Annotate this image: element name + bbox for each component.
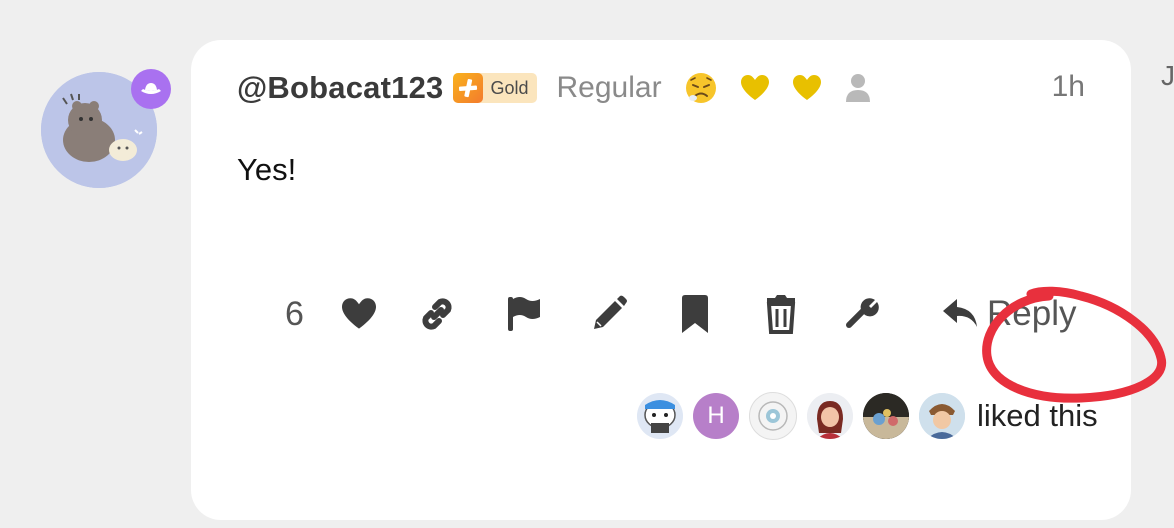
like-count[interactable]: 6 <box>285 290 304 338</box>
trash-icon <box>766 295 796 334</box>
delete-button[interactable] <box>763 290 799 338</box>
post-time[interactable]: 1h <box>1052 70 1085 104</box>
partial-edge-text: J <box>1161 60 1174 91</box>
reply-button[interactable]: Reply <box>941 290 1076 338</box>
link-icon <box>422 298 452 330</box>
likers-list: H liked this <box>637 392 1098 440</box>
bookmark-button[interactable] <box>677 290 713 338</box>
gold-badge-label: Gold <box>490 77 529 98</box>
reply-arrow-icon <box>943 299 977 327</box>
liked-this-label: liked this <box>977 398 1098 433</box>
like-count-label: 6 <box>285 294 304 333</box>
liker-avatar[interactable] <box>863 393 909 439</box>
bookmark-icon <box>682 295 708 333</box>
reply-label: Reply <box>987 294 1077 333</box>
liker-avatar[interactable] <box>637 393 683 439</box>
flag-button[interactable] <box>502 290 544 338</box>
wrench-icon <box>846 298 879 328</box>
admin-wrench-button[interactable] <box>843 290 883 338</box>
topic-page: J @Bobacat123 Gold Regular 1h Yes! 6 Rep… <box>0 0 1174 528</box>
plus-icon <box>453 73 484 103</box>
edit-pencil-icon <box>594 295 627 329</box>
username-link[interactable]: @Bobacat123 <box>237 70 443 106</box>
flag-icon <box>508 297 540 331</box>
post-header: @Bobacat123 Gold Regular <box>237 68 872 108</box>
gold-badge[interactable]: Gold <box>453 73 537 103</box>
gold-heart-icon[interactable] <box>792 74 822 102</box>
post-card: @Bobacat123 Gold Regular 1h Yes! 6 Reply… <box>191 40 1167 520</box>
user-title: Regular <box>556 71 662 104</box>
liker-avatar[interactable] <box>749 392 797 440</box>
edit-button[interactable] <box>588 290 630 338</box>
gold-heart-icon[interactable] <box>740 74 770 102</box>
user-silhouette-icon[interactable] <box>844 73 872 103</box>
like-button[interactable] <box>338 290 380 338</box>
cowboy-hat-flair-icon <box>131 69 171 109</box>
heart-icon <box>342 298 376 329</box>
post-actions: 6 Reply <box>191 290 1131 338</box>
liker-avatar[interactable] <box>919 393 965 439</box>
liker-avatar[interactable] <box>807 393 853 439</box>
liker-avatar-initial[interactable]: H <box>693 393 739 439</box>
liker-initial: H <box>707 402 725 429</box>
copy-link-button[interactable] <box>415 290 459 338</box>
weary-face-emoji-icon[interactable] <box>684 71 718 105</box>
post-body: Yes! <box>237 152 297 187</box>
